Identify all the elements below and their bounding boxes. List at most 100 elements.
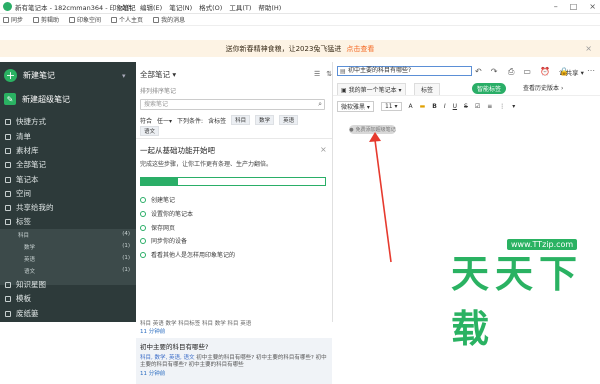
onboarding-step[interactable]: 设置你的笔记本	[140, 209, 193, 218]
tag-count: (1)	[122, 267, 130, 273]
filter-chip-math[interactable]: 数学	[255, 115, 275, 125]
sidebar-item-space[interactable]: 空间	[5, 188, 131, 199]
messages-button[interactable]: 我的消息	[153, 15, 191, 24]
filter-has-tag[interactable]: 含标签	[208, 116, 226, 125]
menu-note[interactable]: 笔记(N)	[169, 2, 192, 12]
space-button[interactable]: 印象空间	[69, 15, 107, 24]
window-title: 新有笔记本 - 182cmman364 - 印象笔记	[15, 3, 136, 12]
clipper-button[interactable]: 剪辑助	[33, 15, 65, 24]
sidebar-item-tags[interactable]: 标签	[5, 216, 131, 227]
menu-help[interactable]: 帮助(H)	[258, 2, 281, 12]
sidebar-item-label: 素材库	[16, 146, 39, 155]
arrow-head	[369, 132, 381, 142]
tag-name: 数学	[24, 245, 36, 251]
onboarding-title: 一起从基础功能开始吧	[140, 146, 215, 155]
space-label: 印象空间	[77, 17, 102, 24]
sidebar-item-checklist[interactable]: 清单	[5, 131, 131, 142]
note-list-header[interactable]: 全部笔记 ▾	[140, 69, 176, 80]
onboarding-step[interactable]: 同步你的设备	[140, 236, 187, 245]
sidebar-item-notebooks[interactable]: 笔记本	[5, 174, 131, 185]
circle-check-icon	[140, 237, 146, 244]
sidebar-item-label: 清单	[16, 132, 31, 141]
tag-item-english[interactable]: 英语 (1)	[24, 255, 130, 263]
note-list-item-selected[interactable]: 初中主要的科目有哪些? 科目, 数学, 英语, 语文 初中主要的科目有哪些? 初…	[136, 338, 332, 384]
watermark-text: 天天下载	[451, 252, 584, 351]
step-label: 设置你的笔记本	[151, 211, 194, 218]
filter-tags-label: 下列条件:	[177, 117, 204, 125]
tag-filter: 符合 任一▾ 下列条件: 含标签 科目 数学 英语	[140, 115, 299, 125]
filter-label: 符合	[140, 117, 153, 125]
new-super-note-button[interactable]: ✎ 新建超级笔记	[4, 93, 70, 105]
menu-edit[interactable]: 编辑(E)	[140, 2, 162, 12]
onboarding-close-icon[interactable]: ×	[320, 145, 327, 154]
chevron-down-icon[interactable]: ▾	[122, 72, 126, 80]
menu-format[interactable]: 格式(O)	[199, 2, 222, 12]
sidebar-item-templates[interactable]: 模板	[5, 293, 131, 304]
sync-button[interactable]: 同步	[3, 15, 29, 24]
tag-count: (4)	[122, 231, 130, 237]
sync-icon	[3, 16, 9, 23]
trash-icon	[5, 310, 11, 317]
banner-close-icon[interactable]: ×	[585, 44, 592, 53]
tag-icon	[5, 218, 11, 225]
clipper-label: 剪辑助	[41, 17, 60, 24]
promo-banner: 送你新春精神食粮，让2023兔飞猛进 点击查看 ×	[0, 40, 600, 57]
onboarding-step[interactable]: 创建笔记	[140, 195, 175, 204]
circle-check-icon	[140, 251, 146, 258]
sidebar-item-library[interactable]: 素材库	[5, 145, 131, 156]
sidebar-item-label: 快捷方式	[16, 117, 46, 126]
banner-link[interactable]: 点击查看	[346, 44, 374, 54]
onboarding-subtitle: 完成这些步骤，让你工作更有条理、生产力翻倍。	[140, 161, 273, 168]
profile-button[interactable]: 个人主页	[111, 15, 149, 24]
sidebar-item-shared[interactable]: 共享给我的	[5, 202, 131, 213]
onboarding-step[interactable]: 保存网页	[140, 223, 175, 232]
sidebar-item-all-notes[interactable]: 全部笔记	[5, 159, 131, 170]
title-bar: 新有笔记本 - 182cmman364 - 印象笔记 文件 编辑(E) 笔记(N…	[0, 0, 600, 14]
sidebar: + 新建笔记 ▾ ✎ 新建超级笔记 快捷方式 清单 素材库 全部笔记 笔记本 空…	[0, 62, 136, 322]
filter-chip-subject[interactable]: 科目	[231, 115, 251, 125]
new-note-button[interactable]: + 新建笔记 ▾	[4, 69, 126, 82]
app-logo-icon	[3, 2, 12, 11]
notes-icon	[5, 161, 11, 168]
circle-check-icon	[140, 196, 146, 203]
notebook-icon	[5, 176, 11, 183]
note-list-item[interactable]: 科目 英语 数学 科目标签 科目 数学 科目 英语 11 分钟前	[140, 319, 325, 335]
tag-item-math[interactable]: 数学 (1)	[24, 243, 130, 251]
filter-mode-select[interactable]: 任一▾	[157, 116, 172, 125]
message-icon	[153, 16, 160, 23]
list-view-icon[interactable]: ☰	[314, 70, 320, 78]
minimize-icon[interactable]: –	[554, 2, 558, 11]
main-toolbar: 同步 剪辑助 印象空间 个人主页 我的消息	[0, 14, 600, 26]
maximize-icon[interactable]: □	[570, 2, 578, 11]
note-list-title: 全部笔记	[140, 70, 170, 79]
window-controls: – □ ×	[554, 2, 596, 11]
watermark-url: www.TTzip.com	[507, 239, 578, 250]
note-time: 11 分钟前	[140, 371, 166, 377]
tag-item-chinese[interactable]: 语文 (1)	[24, 267, 130, 275]
new-super-note-label: 新建超级笔记	[22, 94, 70, 104]
list-tools: ☰ ⇅	[314, 70, 332, 78]
star-icon	[5, 118, 11, 125]
super-note-icon: ✎	[4, 93, 16, 105]
sidebar-item-trash[interactable]: 废纸篓	[5, 308, 131, 319]
sidebar-item-label: 知识星图	[16, 280, 46, 289]
progress-fill	[141, 178, 178, 185]
note-meta: 科目 英语 数学 科目标签 科目 数学 科目 英语	[140, 321, 252, 327]
filter-chip-english[interactable]: 英语	[279, 115, 299, 125]
menu-tools[interactable]: 工具(T)	[229, 2, 251, 12]
tag-item-subject[interactable]: 科目 (4)	[18, 231, 130, 239]
sidebar-item-knowledge-map[interactable]: 知识星图	[5, 279, 131, 290]
map-icon	[5, 281, 11, 288]
onboarding-step[interactable]: 看看其他人是怎样用印象笔记的	[140, 250, 235, 259]
sort-icon[interactable]: ⇅	[326, 70, 332, 78]
filter-chip-chinese[interactable]: 语文	[140, 126, 160, 136]
close-icon[interactable]: ×	[589, 2, 596, 11]
sidebar-item-label: 废纸篓	[16, 309, 39, 318]
watermark-logo: 天天下载 www.TTzip.com	[445, 235, 597, 351]
menu-file[interactable]: 文件	[120, 2, 133, 12]
search-icon[interactable]: ⌕	[318, 100, 322, 109]
step-label: 同步你的设备	[151, 238, 188, 245]
sidebar-item-shortcuts[interactable]: 快捷方式	[5, 116, 131, 127]
search-input[interactable]: 搜索笔记 ⌕	[140, 99, 325, 110]
tag-count: (1)	[122, 255, 130, 261]
